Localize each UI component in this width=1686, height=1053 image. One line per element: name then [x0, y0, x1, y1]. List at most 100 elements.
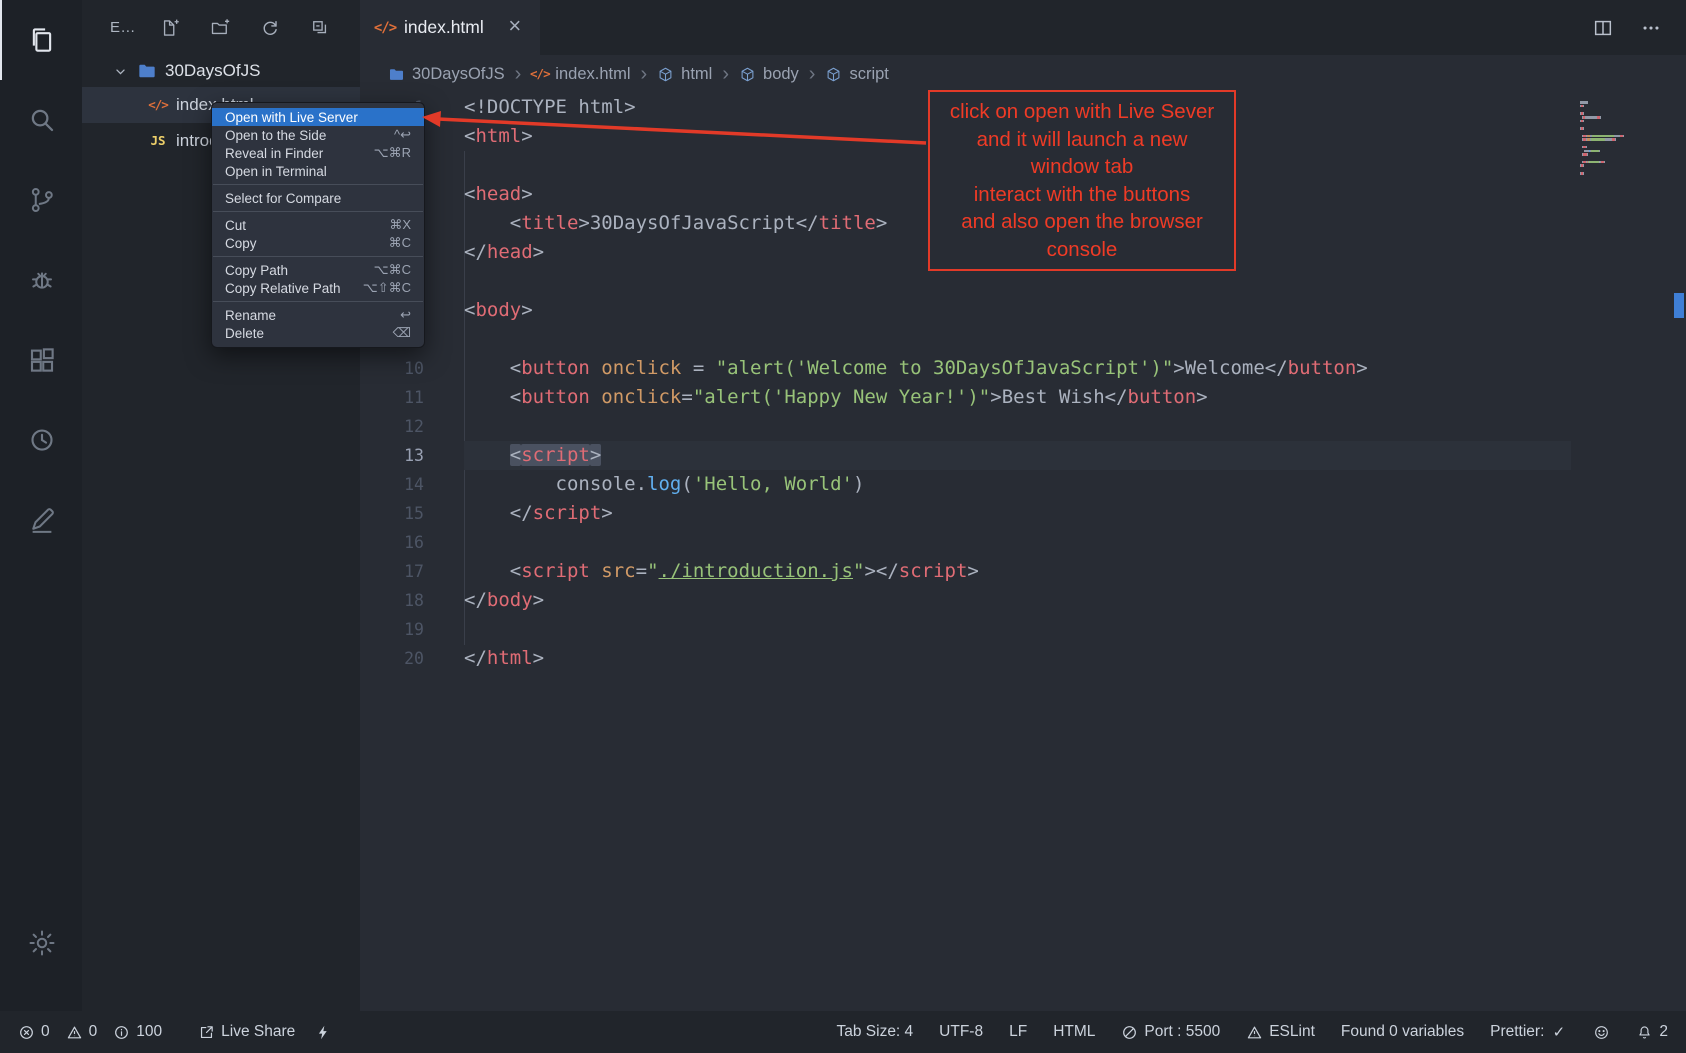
- collapse-all-button[interactable]: [310, 18, 330, 38]
- code-line-12[interactable]: 12: [360, 412, 1686, 441]
- collapse-all-icon: [310, 18, 330, 38]
- activity-explorer[interactable]: [0, 0, 82, 80]
- code-line-18[interactable]: 18</body>: [360, 586, 1686, 615]
- source-control-icon: [27, 185, 57, 215]
- status-variables[interactable]: Found 0 variables: [1341, 1023, 1464, 1041]
- breadcrumb-script[interactable]: script: [825, 65, 888, 84]
- symbol-icon: [825, 66, 842, 83]
- history-icon: [27, 425, 57, 455]
- status-prettier[interactable]: Prettier:✓: [1490, 1023, 1567, 1041]
- status-info[interactable]: 100: [113, 1023, 162, 1041]
- status-errors[interactable]: 0: [18, 1023, 50, 1041]
- code-line-19[interactable]: 19: [360, 615, 1686, 644]
- activity-run-debug[interactable]: [0, 240, 82, 320]
- status-notifications[interactable]: 2: [1636, 1023, 1668, 1041]
- sidebar-header: EXPLORER: [82, 0, 360, 55]
- folder-label: 30DaysOfJS: [165, 61, 260, 81]
- search-icon: [27, 105, 57, 135]
- breadcrumb-body[interactable]: body: [739, 65, 799, 84]
- chevron-right-icon: ›: [809, 64, 816, 84]
- status-encoding[interactable]: UTF-8: [939, 1023, 983, 1041]
- breadcrumb-index-html[interactable]: </>index.html: [531, 65, 630, 84]
- status-tab-size[interactable]: Tab Size: 4: [836, 1023, 913, 1041]
- code-line-8[interactable]: 8<body>: [360, 296, 1686, 325]
- status-bar: 00 100 Live Share Tab Size: 4 UTF-8 LF HTML Po…: [0, 1011, 1686, 1053]
- activity-source-control[interactable]: [0, 160, 82, 240]
- line-number: 11: [360, 383, 424, 412]
- new-folder-button[interactable]: [210, 18, 230, 38]
- line-number: 13: [360, 441, 424, 470]
- code-line-11[interactable]: 11 <button onclick="alert('Happy New Yea…: [360, 383, 1686, 412]
- more-actions-button[interactable]: [1640, 17, 1662, 39]
- chevron-right-icon: ›: [641, 64, 648, 84]
- live-share-icon: [198, 1024, 215, 1041]
- menu-shortcut: ↩: [400, 307, 411, 323]
- editor-actions: [1592, 0, 1686, 55]
- menu-item-open-to-the-side[interactable]: Open to the Side^↩: [212, 126, 424, 144]
- status-port[interactable]: Port : 5500: [1121, 1023, 1220, 1041]
- menu-item-select-for-compare[interactable]: Select for Compare: [212, 189, 424, 207]
- code-line-10[interactable]: 10 <button onclick = "alert('Welcome to …: [360, 354, 1686, 383]
- extensions-icon: [27, 345, 57, 375]
- menu-item-copy-relative-path[interactable]: Copy Relative Path⌥⇧⌘C: [212, 279, 424, 297]
- html-file-icon: </>: [148, 95, 168, 115]
- info-icon: [113, 1024, 130, 1041]
- breadcrumb-html[interactable]: html: [657, 65, 712, 84]
- tree-folder-30daysofjs[interactable]: 30DaysOfJS: [82, 55, 360, 87]
- menu-shortcut: ⌘C: [389, 235, 411, 251]
- code-line-20[interactable]: 20</html>: [360, 644, 1686, 673]
- refresh-button[interactable]: [260, 18, 280, 38]
- status-eslint[interactable]: ESLint: [1246, 1023, 1315, 1041]
- line-number: 17: [360, 557, 424, 586]
- status-live-share[interactable]: Live Share: [198, 1023, 295, 1041]
- status-language[interactable]: HTML: [1053, 1023, 1095, 1041]
- menu-item-reveal-in-finder[interactable]: Reveal in Finder⌥⌘R: [212, 144, 424, 162]
- status-eol[interactable]: LF: [1009, 1023, 1027, 1041]
- annotation-box: click on open with Live Sever and it wil…: [928, 90, 1236, 271]
- status-zap[interactable]: [315, 1024, 332, 1041]
- activity-history[interactable]: [0, 400, 82, 480]
- code-line-15[interactable]: 15 </script>: [360, 499, 1686, 528]
- minimap[interactable]: [1580, 101, 1668, 176]
- files-icon: [27, 25, 57, 55]
- folder-icon: [388, 66, 405, 83]
- breadcrumb-30daysofjs[interactable]: 30DaysOfJS: [388, 65, 505, 84]
- tab-close-button[interactable]: ×: [506, 17, 524, 38]
- menu-item-cut[interactable]: Cut⌘X: [212, 216, 424, 234]
- menu-item-open-in-terminal[interactable]: Open in Terminal: [212, 162, 424, 180]
- new-file-button[interactable]: [160, 18, 180, 38]
- folder-icon: [137, 61, 157, 81]
- menu-item-rename[interactable]: Rename↩: [212, 306, 424, 324]
- status-left: 00 100 Live Share: [18, 1023, 332, 1041]
- menu-shortcut: ⌫: [393, 325, 411, 341]
- code-line-9[interactable]: 9: [360, 325, 1686, 354]
- code-line-14[interactable]: 14 console.log('Hello, World'): [360, 470, 1686, 499]
- status-feedback-smiley[interactable]: [1593, 1024, 1610, 1041]
- tab-index-html[interactable]: </> index.html ×: [360, 0, 540, 55]
- menu-shortcut: ^↩: [394, 127, 411, 143]
- menu-item-copy-path[interactable]: Copy Path⌥⌘C: [212, 261, 424, 279]
- code-line-7[interactable]: 7: [360, 267, 1686, 296]
- activity-feedback[interactable]: [0, 480, 82, 560]
- menu-item-copy[interactable]: Copy⌘C: [212, 234, 424, 252]
- html-file-icon: </>: [376, 19, 394, 37]
- line-number: 10: [360, 354, 424, 383]
- activity-search[interactable]: [0, 80, 82, 160]
- activity-bar: [0, 0, 82, 1011]
- menu-item-open-with-live-server[interactable]: Open with Live Server: [212, 108, 424, 126]
- bell-icon: [1636, 1024, 1653, 1041]
- split-editor-button[interactable]: [1592, 17, 1614, 39]
- status-warnings[interactable]: 0: [66, 1023, 98, 1041]
- code-line-17[interactable]: 17 <script src="./introduction.js"></scr…: [360, 557, 1686, 586]
- code-line-13[interactable]: 13 <script>: [360, 441, 1686, 470]
- zap-icon: [315, 1024, 332, 1041]
- code-line-16[interactable]: 16: [360, 528, 1686, 557]
- close-icon: ×: [506, 17, 524, 35]
- activity-settings[interactable]: [0, 903, 82, 983]
- overview-ruler-mark: [1674, 293, 1684, 318]
- gear-icon: [27, 928, 57, 958]
- menu-item-delete[interactable]: Delete⌫: [212, 324, 424, 342]
- new-file-icon: [160, 18, 180, 38]
- chevron-right-icon: ›: [515, 64, 522, 84]
- activity-extensions[interactable]: [0, 320, 82, 400]
